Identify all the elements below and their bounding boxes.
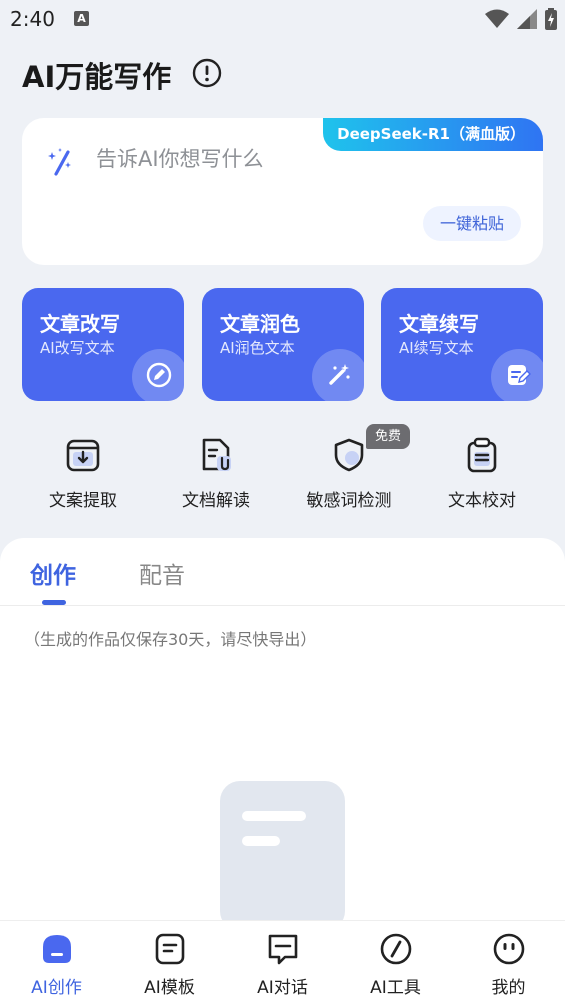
template-icon xyxy=(155,933,184,965)
tool-label: 文案提取 xyxy=(49,491,117,511)
free-badge: 免费 xyxy=(366,424,410,449)
shield-icon xyxy=(334,438,364,472)
feature-icon-bubble xyxy=(132,349,184,401)
page-title: AI万能写作 xyxy=(22,60,172,94)
wifi-icon xyxy=(485,9,509,28)
feature-title: 文章润色 xyxy=(220,312,300,336)
chat-icon xyxy=(268,934,297,965)
clipboard-icon xyxy=(467,437,497,473)
tool-icon xyxy=(380,933,411,965)
model-badge[interactable]: DeepSeek-R1（满血版） xyxy=(323,118,543,151)
empty-line xyxy=(242,836,280,846)
status-bar: 2:40 A xyxy=(0,0,565,40)
tab-dubbing[interactable]: 配音 xyxy=(139,556,185,590)
magic-wand-icon xyxy=(329,364,350,385)
tool-proofread[interactable]: 文本校对 xyxy=(417,436,547,516)
paste-button[interactable]: 一键粘贴 xyxy=(422,206,521,241)
feature-card-rewrite[interactable]: 文章改写 AI改写文本 xyxy=(22,288,184,401)
empty-line xyxy=(242,811,306,821)
nav-label: AI对话 xyxy=(257,978,308,998)
prompt-input[interactable] xyxy=(96,144,356,174)
battery-icon xyxy=(545,8,557,30)
nav-profile[interactable]: 我的 xyxy=(452,931,565,998)
pencil-icon xyxy=(146,362,172,388)
bottom-nav: AI创作 AI模板 AI对话 AI工具 我的 xyxy=(0,920,565,1004)
feature-subtitle: AI改写文本 xyxy=(40,339,115,357)
feature-card-continue[interactable]: 文章续写 AI续写文本 xyxy=(381,288,543,401)
nav-label: AI创作 xyxy=(31,978,82,998)
feature-subtitle: AI续写文本 xyxy=(399,339,474,357)
tool-document-read[interactable]: 文档解读 xyxy=(151,436,281,516)
feature-card-polish[interactable]: 文章润色 AI润色文本 xyxy=(202,288,364,401)
nav-label: AI模板 xyxy=(144,978,195,998)
feature-title: 文章续写 xyxy=(399,312,479,336)
tool-label: 文档解读 xyxy=(182,491,250,511)
tool-label: 文本校对 xyxy=(448,491,516,511)
feature-subtitle: AI润色文本 xyxy=(220,339,295,357)
create-icon xyxy=(42,935,71,963)
info-icon[interactable] xyxy=(192,58,222,88)
retention-notice: （生成的作品仅保存30天，请尽快导出） xyxy=(24,630,317,649)
nav-ai-tools[interactable]: AI工具 xyxy=(339,931,452,998)
tool-label: 敏感词检测 xyxy=(306,491,392,511)
prompt-card[interactable]: DeepSeek-R1（满血版） 一键粘贴 xyxy=(22,118,543,265)
feature-title: 文章改写 xyxy=(40,312,120,336)
tab-divider xyxy=(0,605,565,606)
signal-icon xyxy=(517,9,537,29)
status-icons xyxy=(485,8,557,30)
notification-a-icon: A xyxy=(74,11,89,26)
feature-icon-bubble xyxy=(312,349,364,401)
empty-state-illustration xyxy=(220,781,345,928)
nav-ai-create[interactable]: AI创作 xyxy=(0,931,113,998)
tab-create[interactable]: 创作 xyxy=(30,556,76,590)
edit-note-icon xyxy=(508,365,531,385)
status-time: 2:40 xyxy=(10,7,55,31)
nav-ai-template[interactable]: AI模板 xyxy=(113,931,226,998)
nav-label: 我的 xyxy=(491,978,526,998)
nav-label: AI工具 xyxy=(370,978,421,998)
profile-icon xyxy=(493,933,524,965)
nav-ai-chat[interactable]: AI对话 xyxy=(226,931,339,998)
tool-text-extract[interactable]: 文案提取 xyxy=(18,436,148,516)
works-panel: 创作 配音 （生成的作品仅保存30天，请尽快导出） xyxy=(0,538,565,928)
sparkle-icon xyxy=(48,148,71,176)
document-clip-icon xyxy=(202,438,231,471)
download-box-icon xyxy=(66,439,100,472)
feature-icon-bubble xyxy=(491,349,543,401)
